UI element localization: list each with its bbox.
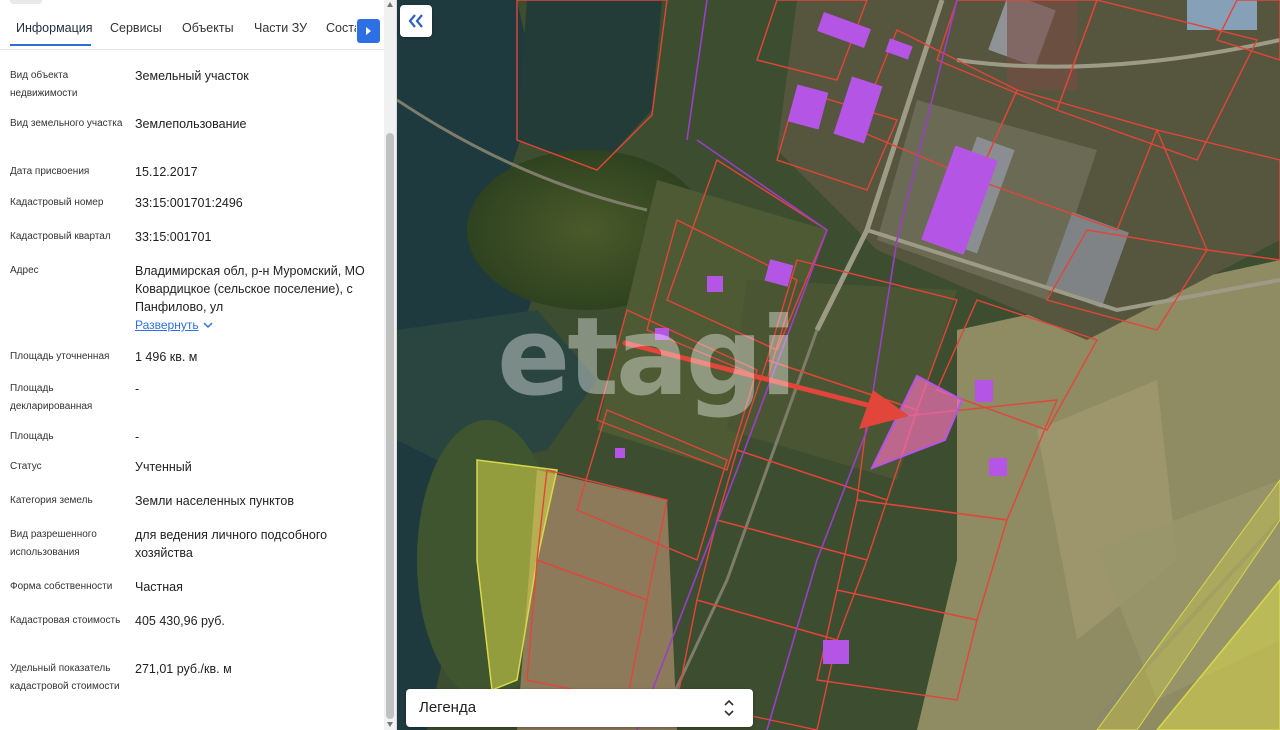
property-label: Кадастровый квартал bbox=[10, 231, 111, 242]
updown-chevron-icon bbox=[724, 699, 734, 717]
property-label: Вид земельного участка bbox=[10, 118, 123, 129]
property-value: Частная bbox=[135, 580, 183, 594]
collapse-panel-button[interactable] bbox=[400, 5, 432, 37]
cadastral-number-value: 33:15:001701:2496 bbox=[135, 196, 243, 210]
tab-services[interactable]: Сервисы bbox=[110, 21, 162, 35]
tab-strip: Информация Сервисы Объекты Части ЗУ Сост… bbox=[0, 0, 356, 48]
property-value: Учтенный bbox=[135, 460, 192, 474]
legend-label: Легенда bbox=[419, 699, 477, 716]
double-chevron-left-icon bbox=[408, 14, 423, 28]
chevron-right-icon bbox=[366, 27, 371, 35]
property-value: 33:15:001701 bbox=[135, 230, 212, 244]
chevron-down-icon[interactable] bbox=[203, 322, 213, 329]
tab-info[interactable]: Информация bbox=[16, 21, 93, 35]
tab-parts[interactable]: Части ЗУ bbox=[254, 21, 307, 35]
property-label: Площадь bbox=[10, 431, 54, 442]
property-label: Площадь декларированная bbox=[10, 383, 93, 412]
property-value: - bbox=[135, 430, 140, 444]
property-label: Удельный показатель кадастровой стоимост… bbox=[10, 663, 120, 692]
scrollbar-thumb[interactable] bbox=[386, 133, 394, 719]
property-value: 271,01 руб./кв. м bbox=[135, 662, 232, 676]
scroll-down-arrow-icon[interactable] bbox=[387, 722, 393, 727]
property-value: - bbox=[135, 382, 140, 396]
watermark: etagi bbox=[497, 295, 797, 420]
property-value: Земельный участок bbox=[135, 69, 249, 83]
property-value: 1 496 кв. м bbox=[135, 350, 198, 364]
property-label: Категория земель bbox=[10, 495, 93, 506]
property-label: Форма собственности bbox=[10, 581, 113, 592]
property-value: Земли населенных пунктов bbox=[135, 494, 294, 508]
property-label: Кадастровая стоимость bbox=[10, 615, 121, 626]
property-label: Статус bbox=[10, 461, 42, 472]
agricultural-zone bbox=[476, 459, 558, 692]
legend-dropdown[interactable]: Легенда bbox=[406, 689, 753, 727]
tab-scroll-right-button[interactable] bbox=[357, 19, 380, 43]
property-label: Адрес bbox=[10, 265, 39, 276]
property-value: для ведения личного подсобного хозяйства bbox=[135, 528, 328, 560]
tab-bar: Информация Сервисы Объекты Части ЗУ Сост… bbox=[0, 0, 384, 50]
property-value: 15.12.2017 bbox=[135, 165, 198, 179]
address-value: Владимирская обл, р-н Муромский, МО Кова… bbox=[135, 264, 365, 314]
expand-address-link[interactable]: Развернуть bbox=[135, 318, 199, 332]
property-label: Площадь уточненная bbox=[10, 351, 110, 362]
scroll-up-arrow-icon[interactable] bbox=[387, 2, 393, 7]
property-label: Вид объекта недвижимости bbox=[10, 70, 78, 99]
property-value: Землепользование bbox=[135, 117, 247, 131]
tab-objects[interactable]: Объекты bbox=[182, 21, 234, 35]
property-label: Кадастровый номер bbox=[10, 197, 104, 208]
property-label: Дата присвоения bbox=[10, 166, 90, 177]
active-tab-indicator bbox=[10, 44, 91, 46]
property-label: Вид разрешенного использования bbox=[10, 529, 97, 558]
cadastral-value-amount: 405 430,96 руб. bbox=[135, 614, 225, 628]
tab-composition[interactable]: Состав bbox=[326, 21, 356, 35]
info-panel: Информация Сервисы Объекты Части ЗУ Сост… bbox=[0, 0, 397, 730]
map-view[interactable]: etagi Легенда bbox=[397, 0, 1280, 730]
